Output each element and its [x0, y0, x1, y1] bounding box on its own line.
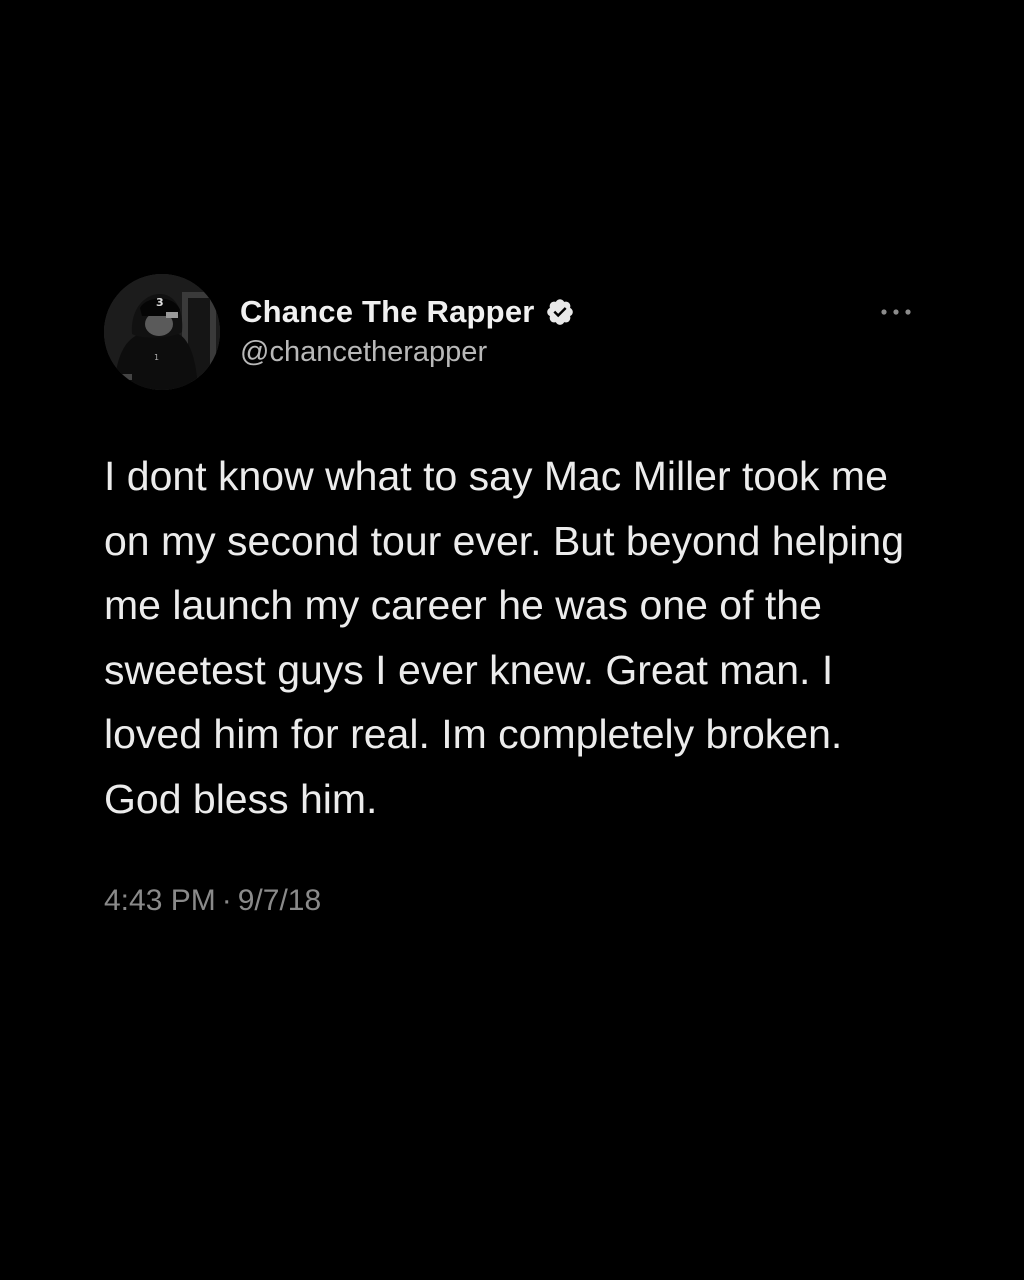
display-name-row: Chance The Rapper: [240, 294, 575, 330]
tweet-date: 9/7/18: [237, 884, 322, 917]
tweet-card: 3 1 Chance The Rapper @chancetherapper I…: [104, 272, 924, 918]
more-options-icon[interactable]: [878, 302, 914, 322]
user-names: Chance The Rapper @chancetherapper: [240, 294, 575, 369]
user-handle[interactable]: @chancetherapper: [240, 336, 575, 369]
avatar[interactable]: 3 1: [104, 274, 220, 390]
display-name[interactable]: Chance The Rapper: [240, 294, 535, 330]
tweet-header: 3 1 Chance The Rapper @chancetherapper: [104, 272, 924, 392]
avatar-image: 3 1: [104, 274, 220, 390]
svg-text:3: 3: [156, 296, 164, 309]
tweet-text: I dont know what to say Mac Miller took …: [104, 453, 905, 822]
svg-text:1: 1: [154, 353, 159, 362]
tweet-timestamp[interactable]: 4:43 PM · 9/7/18: [104, 884, 924, 918]
timestamp-separator: ·: [221, 884, 232, 917]
verified-badge-icon: [545, 297, 575, 327]
tweet-time: 4:43 PM: [104, 884, 216, 917]
